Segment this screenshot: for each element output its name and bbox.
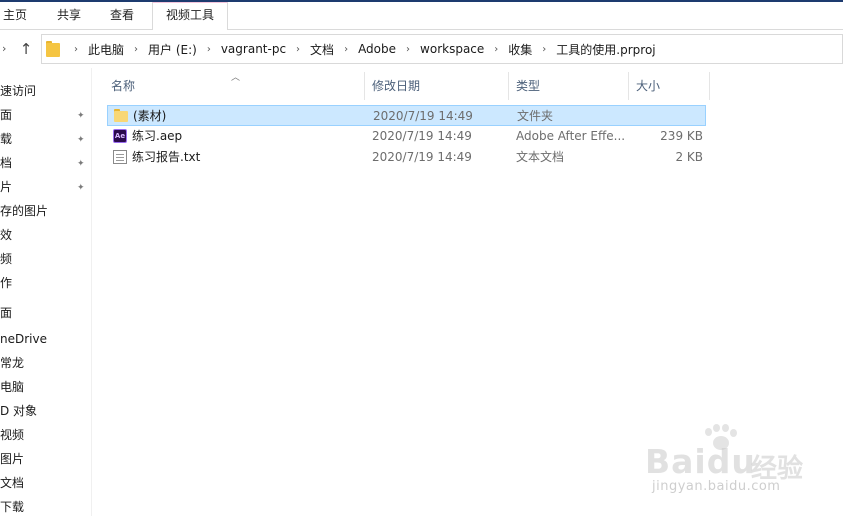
text-file-icon bbox=[113, 150, 127, 164]
chevron-right-icon[interactable]: › bbox=[542, 44, 546, 55]
column-header-date[interactable]: 修改日期 bbox=[365, 72, 509, 100]
file-type: 文本文档 bbox=[516, 150, 565, 164]
nav-item-pictures-2[interactable]: 图片 bbox=[0, 449, 24, 469]
file-row-folder[interactable]: (素材) 2020/7/19 14:49 文件夹 bbox=[107, 105, 706, 126]
watermark-brand: Baidu bbox=[645, 442, 756, 481]
navigation-pane: 速访问 面 ✦ 载 ✦ 档 ✦ 片 ✦ 存的图片 效 频 作 面 neDrive… bbox=[0, 68, 92, 516]
ribbon-bar: 主页 共享 查看 视频工具 bbox=[0, 0, 843, 30]
nav-item-desktop[interactable]: 面 bbox=[0, 105, 12, 125]
chevron-right-icon[interactable]: › bbox=[344, 44, 348, 55]
nav-item-quick-access[interactable]: 速访问 bbox=[0, 81, 36, 101]
recent-locations-chevron-icon[interactable]: › bbox=[2, 41, 14, 57]
chevron-right-icon[interactable]: › bbox=[207, 44, 211, 55]
ribbon-top-accent bbox=[0, 0, 843, 2]
chevron-right-icon[interactable]: › bbox=[494, 44, 498, 55]
file-date: 2020/7/19 14:49 bbox=[372, 150, 472, 164]
file-size: 239 KB bbox=[660, 129, 703, 143]
folder-icon bbox=[114, 109, 128, 123]
nav-item-videos[interactable]: 视频 bbox=[0, 425, 24, 445]
breadcrumb-item[interactable]: 文档 bbox=[310, 41, 334, 58]
breadcrumb-item[interactable]: Adobe bbox=[358, 42, 396, 56]
column-headers: 名称 修改日期 类型 大小 bbox=[104, 72, 710, 100]
address-bar[interactable]: › 此电脑 › 用户 (E:) › vagrant-pc › 文档 › Adob… bbox=[41, 34, 843, 64]
nav-item-pictures[interactable]: 片 bbox=[0, 177, 12, 197]
breadcrumb-item-current[interactable]: 工具的使用.prproj bbox=[556, 41, 655, 58]
nav-item-this-pc[interactable]: 电脑 bbox=[0, 377, 24, 397]
column-header-type[interactable]: 类型 bbox=[509, 72, 629, 100]
nav-item-effects[interactable]: 效 bbox=[0, 225, 12, 245]
file-row-aep[interactable]: Ae 练习.aep 2020/7/19 14:49 Adobe After Ef… bbox=[107, 126, 706, 147]
breadcrumb-item[interactable]: 此电脑 bbox=[88, 41, 124, 58]
tab-share[interactable]: 共享 bbox=[57, 6, 81, 24]
nav-item-documents[interactable]: 档 bbox=[0, 153, 12, 173]
nav-item-onedrive[interactable]: neDrive bbox=[0, 329, 47, 349]
pin-icon[interactable]: ✦ bbox=[77, 111, 87, 121]
nav-item-documents-2[interactable]: 文档 bbox=[0, 473, 24, 493]
file-date: 2020/7/19 14:49 bbox=[372, 129, 472, 143]
navigation-row: › ↑ › 此电脑 › 用户 (E:) › vagrant-pc › 文档 › … bbox=[0, 30, 843, 68]
file-row-txt[interactable]: 练习报告.txt 2020/7/19 14:49 文本文档 2 KB bbox=[107, 147, 706, 168]
after-effects-file-icon: Ae bbox=[113, 129, 127, 143]
column-header-size[interactable]: 大小 bbox=[629, 72, 710, 100]
folder-icon bbox=[46, 41, 60, 57]
chevron-right-icon[interactable]: › bbox=[74, 44, 78, 55]
nav-item-3d-objects[interactable]: D 对象 bbox=[0, 401, 37, 421]
chevron-right-icon[interactable]: › bbox=[296, 44, 300, 55]
up-arrow-icon[interactable]: ↑ bbox=[17, 39, 35, 59]
nav-item-downloads-2[interactable]: 下载 bbox=[0, 497, 24, 516]
watermark-url: jingyan.baidu.com bbox=[652, 479, 781, 494]
column-header-name[interactable]: 名称 bbox=[104, 72, 365, 100]
breadcrumb: › 此电脑 › 用户 (E:) › vagrant-pc › 文档 › Adob… bbox=[64, 35, 656, 63]
breadcrumb-item[interactable]: vagrant-pc bbox=[221, 42, 286, 56]
file-size: 2 KB bbox=[675, 150, 703, 164]
tab-video-tools[interactable]: 视频工具 bbox=[152, 2, 228, 30]
file-name: 练习报告.txt bbox=[132, 150, 201, 164]
file-date: 2020/7/19 14:49 bbox=[373, 109, 473, 123]
nav-item-saved-pictures[interactable]: 存的图片 bbox=[0, 201, 48, 221]
pin-icon[interactable]: ✦ bbox=[77, 135, 87, 145]
breadcrumb-item[interactable]: 收集 bbox=[508, 41, 532, 58]
pin-icon[interactable]: ✦ bbox=[77, 183, 87, 193]
nav-item-work[interactable]: 作 bbox=[0, 273, 12, 293]
chevron-right-icon[interactable]: › bbox=[134, 44, 138, 55]
nav-item-desktop-2[interactable]: 面 bbox=[0, 303, 12, 323]
breadcrumb-item[interactable]: workspace bbox=[420, 42, 484, 56]
file-name: 练习.aep bbox=[132, 129, 183, 143]
chevron-right-icon[interactable]: › bbox=[406, 44, 410, 55]
tab-home[interactable]: 主页 bbox=[3, 6, 27, 24]
file-size bbox=[628, 106, 704, 127]
file-name: (素材) bbox=[133, 109, 167, 123]
file-type: Adobe After Effe... bbox=[516, 129, 626, 143]
pin-icon[interactable]: ✦ bbox=[77, 159, 87, 169]
file-type: 文件夹 bbox=[517, 109, 554, 123]
nav-item-video[interactable]: 频 bbox=[0, 249, 12, 269]
nav-item-downloads[interactable]: 载 bbox=[0, 129, 12, 149]
baidu-jingyan-watermark: Baidu 经验 jingyan.baidu.com bbox=[645, 424, 843, 516]
breadcrumb-item[interactable]: 用户 (E:) bbox=[148, 41, 197, 58]
tab-view[interactable]: 查看 bbox=[110, 6, 134, 24]
nav-item-user[interactable]: 常龙 bbox=[0, 353, 24, 373]
